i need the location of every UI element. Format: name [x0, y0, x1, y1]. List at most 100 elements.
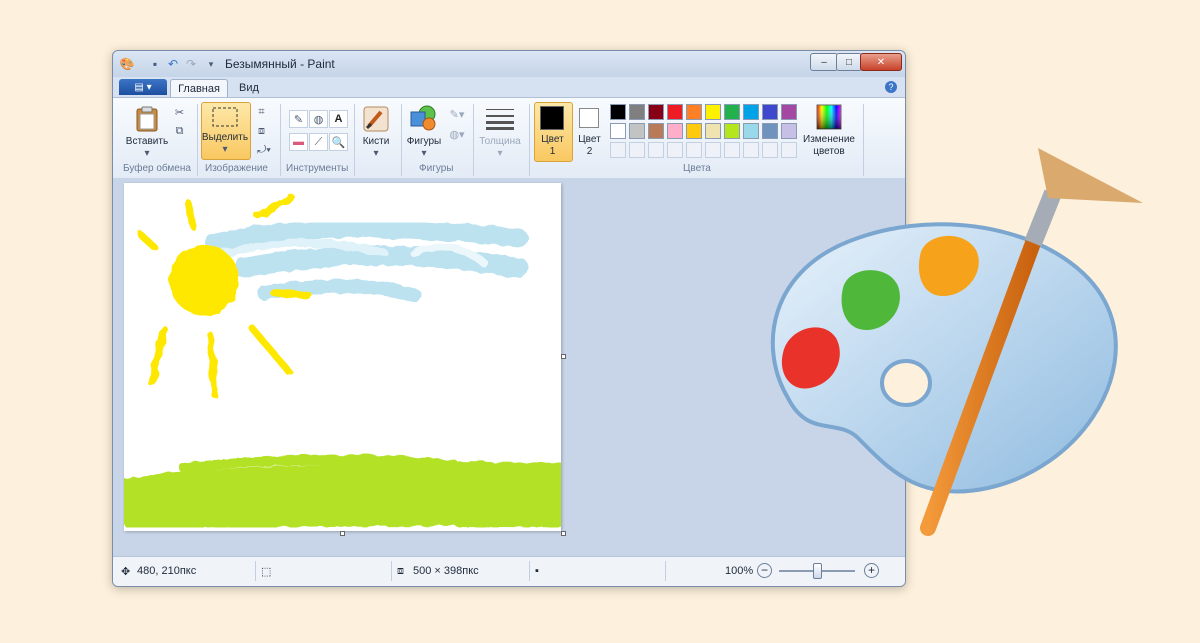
selection-size-icon: ⬚ — [261, 566, 272, 578]
undo-icon[interactable]: ↶ — [165, 56, 181, 72]
color-swatch[interactable] — [686, 123, 702, 139]
color-swatch[interactable] — [610, 123, 626, 139]
edit-colors-label-1: Изменение — [803, 134, 855, 145]
color-swatch[interactable] — [667, 104, 683, 120]
tab-view[interactable]: Вид — [231, 79, 267, 97]
outline-icon[interactable]: ✎▾ — [445, 106, 469, 122]
cursor-position: 480, 210пкс — [137, 565, 197, 577]
color1-number: 1 — [549, 146, 556, 157]
thickness-dropdown-icon[interactable]: ▾ — [475, 148, 525, 159]
paste-dropdown-icon[interactable]: ▾ — [123, 148, 171, 159]
color1-label: Цвет — [541, 134, 564, 145]
shapes-label: Фигуры — [406, 136, 442, 147]
group-separator — [354, 104, 355, 176]
title-bar: 🎨 ▪ ↶ ↷ ▾ Безымянный - Paint – □ ✕ — [113, 51, 905, 77]
status-separator — [665, 561, 666, 581]
resize-handle-bottom[interactable] — [340, 531, 345, 536]
zoom-in-button[interactable]: + — [864, 563, 879, 578]
shapes-icon[interactable] — [409, 104, 439, 132]
redo-icon[interactable]: ↷ — [183, 56, 199, 72]
color-swatch[interactable] — [743, 104, 759, 120]
cursor-position-icon: ✥ — [121, 566, 131, 578]
drawing-canvas[interactable] — [113, 183, 574, 531]
brushes-label: Кисти — [362, 136, 390, 147]
rotate-icon[interactable]: ⤾▾ — [253, 142, 275, 158]
paint-app-icon[interactable]: 🎨 — [119, 56, 135, 72]
color-swatch[interactable] — [762, 104, 778, 120]
color-swatch[interactable] — [781, 104, 797, 120]
zoom-slider-thumb[interactable] — [813, 563, 822, 579]
custom-color-slot[interactable] — [629, 142, 645, 158]
color-swatch[interactable] — [610, 104, 626, 120]
color-swatch[interactable] — [629, 104, 645, 120]
file-size-icon: ▪ — [535, 565, 539, 577]
tab-home[interactable]: Главная — [170, 79, 228, 98]
color-swatch[interactable] — [705, 123, 721, 139]
window-title: Безымянный - Paint — [225, 57, 335, 71]
custom-color-slot[interactable] — [610, 142, 626, 158]
custom-color-slot[interactable] — [667, 142, 683, 158]
minimize-button[interactable]: – — [810, 53, 838, 71]
color-swatch[interactable] — [648, 123, 664, 139]
zoom-out-button[interactable]: − — [757, 563, 772, 578]
fill-icon[interactable]: ◍ — [309, 110, 328, 128]
brushes-dropdown-icon[interactable]: ▾ — [356, 148, 396, 159]
crop-icon[interactable]: ⌗ — [253, 104, 270, 120]
eraser-icon[interactable]: ▬ — [289, 133, 308, 151]
status-separator — [255, 561, 256, 581]
shapes-dropdown-icon[interactable]: ▾ — [401, 148, 447, 159]
file-menu-button[interactable]: ▤ ▾ — [119, 79, 167, 95]
group-separator — [529, 104, 530, 176]
pencil-icon[interactable]: ✎ — [289, 110, 308, 128]
custom-color-slot[interactable] — [705, 142, 721, 158]
status-bar: ✥ 480, 210пкс ⬚ ⧈ 500 × 398пкс ▪ 100% − … — [113, 556, 905, 586]
group-image-label: Изображение — [205, 163, 268, 174]
thickness-icon[interactable] — [485, 106, 515, 130]
color-swatch[interactable] — [724, 104, 740, 120]
shape-fill-icon[interactable]: ◍▾ — [445, 126, 469, 142]
color-swatch[interactable] — [648, 104, 664, 120]
color-swatch[interactable] — [667, 123, 683, 139]
resize-icon[interactable]: ⧈ — [253, 123, 270, 139]
color-swatch[interactable] — [743, 123, 759, 139]
drawing — [113, 194, 574, 531]
brushes-icon[interactable] — [362, 106, 390, 132]
group-colors-label: Цвета — [683, 163, 711, 174]
select-icon — [211, 106, 239, 128]
group-separator — [197, 104, 198, 176]
save-icon[interactable]: ▪ — [147, 56, 163, 72]
canvas-size: 500 × 398пкс — [413, 565, 479, 577]
maximize-button[interactable]: □ — [836, 53, 862, 71]
copy-icon[interactable]: ⧉ — [171, 123, 188, 139]
quick-access-dropdown-icon[interactable]: ▾ — [203, 56, 219, 72]
color-swatch[interactable] — [781, 123, 797, 139]
select-label: Выделить — [201, 132, 249, 143]
group-shapes-label: Фигуры — [419, 163, 454, 174]
custom-color-slot[interactable] — [648, 142, 664, 158]
select-dropdown-icon[interactable]: ▾ — [201, 144, 249, 155]
color-swatch[interactable] — [705, 104, 721, 120]
close-button[interactable]: ✕ — [860, 53, 902, 71]
group-tools-label: Инструменты — [286, 163, 349, 174]
color2-swatch[interactable] — [579, 108, 599, 128]
color-swatch[interactable] — [686, 104, 702, 120]
color-swatch[interactable] — [762, 123, 778, 139]
magnifier-icon[interactable]: 🔍 — [329, 133, 348, 151]
color-picker-icon[interactable]: ⟋ — [309, 133, 328, 151]
paint-logo — [770, 148, 1143, 536]
color-swatch[interactable] — [724, 123, 740, 139]
resize-handle-right[interactable] — [561, 354, 566, 359]
group-separator — [473, 104, 474, 176]
custom-color-slot[interactable] — [724, 142, 740, 158]
group-separator — [280, 104, 281, 176]
custom-color-slot[interactable] — [686, 142, 702, 158]
status-separator — [391, 561, 392, 581]
cut-icon[interactable]: ✂ — [171, 104, 188, 120]
help-icon[interactable]: ? — [885, 81, 897, 93]
resize-handle-corner[interactable] — [561, 531, 566, 536]
color2-number: 2 — [586, 146, 593, 157]
paste-icon[interactable] — [133, 106, 161, 132]
edit-colors-icon[interactable] — [816, 104, 842, 130]
color-swatch[interactable] — [629, 123, 645, 139]
text-icon[interactable]: A — [329, 110, 348, 128]
